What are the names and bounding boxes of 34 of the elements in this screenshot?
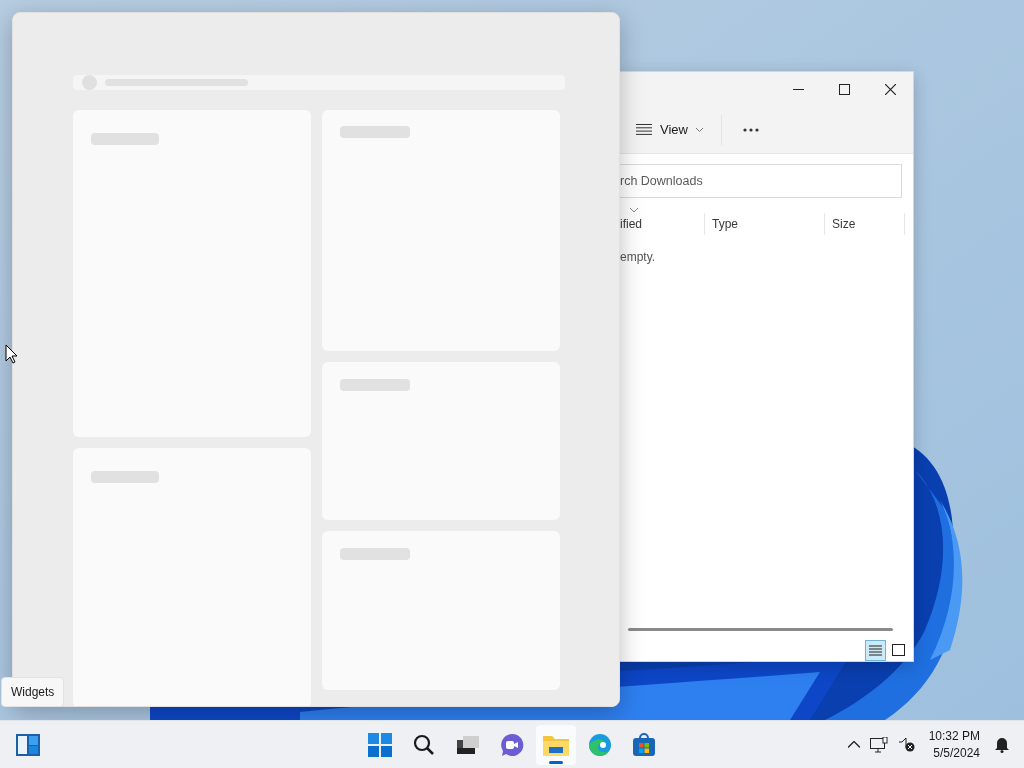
tooltip: Widgets: [1, 677, 65, 707]
clock[interactable]: 10:32 PM 5/5/2024: [920, 729, 988, 760]
horizontal-scrollbar[interactable]: [628, 628, 893, 631]
minimize-icon: [792, 88, 804, 90]
file-explorer-button[interactable]: [536, 724, 576, 765]
list-icon: [636, 124, 652, 135]
more-icon: [742, 127, 759, 132]
start-icon: [368, 732, 392, 757]
chat-icon: [500, 732, 524, 757]
time-text: 10:32 PM: [928, 729, 980, 743]
search-field[interactable]: rch Downloads: [620, 164, 902, 198]
chevron-down-icon: [695, 127, 703, 132]
search-icon: [413, 733, 435, 756]
details-view-button[interactable]: [865, 639, 886, 661]
task-view-icon: [457, 735, 479, 754]
column-header[interactable]: Size: [825, 213, 905, 235]
muted-speaker-icon: [897, 737, 915, 752]
widgets-icon: [16, 733, 40, 756]
tiles-view-icon: [892, 643, 905, 657]
store-icon: [632, 732, 656, 757]
bell-icon: [994, 736, 1010, 753]
close-icon: [884, 83, 896, 95]
mouse-cursor-icon: [5, 344, 18, 364]
network-icon: [869, 736, 888, 753]
maximize-icon: [838, 83, 850, 95]
folder-icon: [543, 733, 569, 756]
view-button[interactable]: View: [632, 118, 707, 141]
column-header[interactable]: Type: [705, 213, 825, 235]
date-text: 5/5/2024: [933, 746, 980, 760]
sort-chevron-icon: [630, 208, 638, 212]
empty-folder-message: empty.: [620, 249, 657, 264]
details-view-icon: [869, 644, 882, 656]
browser-icon: [588, 732, 612, 757]
chevron-up-icon: [847, 741, 860, 748]
